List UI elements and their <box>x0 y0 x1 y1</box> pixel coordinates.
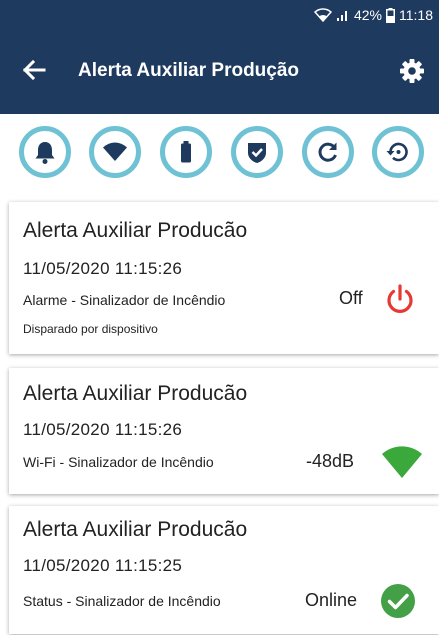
refresh-icon <box>318 142 337 162</box>
battery-icon <box>181 141 191 163</box>
shield-button[interactable] <box>231 126 283 178</box>
shield-check-icon <box>248 143 266 163</box>
refresh-button[interactable] <box>302 126 354 178</box>
wifi-icon <box>103 142 127 161</box>
battery-status-icon <box>386 7 395 23</box>
cell-signal-icon <box>336 8 350 22</box>
battery-percent: 42% <box>353 7 382 23</box>
quick-actions-row <box>0 120 439 190</box>
card-title: Alerta Auxiliar Producão <box>23 518 248 541</box>
bell-icon <box>35 142 55 164</box>
wifi-button[interactable] <box>89 126 141 178</box>
back-arrow-icon[interactable] <box>18 54 50 86</box>
card-value: Online <box>305 590 358 610</box>
card-value: Off <box>339 288 363 308</box>
card-datetime: 11/05/2020 11:15:26 <box>23 259 183 278</box>
card-datetime: 11/05/2020 11:15:26 <box>23 420 183 439</box>
clock: 11:18 <box>399 7 433 23</box>
wifi-status-icon <box>313 8 332 22</box>
gear-icon[interactable] <box>398 57 426 85</box>
check-circle-icon <box>380 583 416 624</box>
alert-card[interactable]: Alerta Auxiliar Producão 11/05/2020 11:1… <box>9 368 439 494</box>
alert-card[interactable]: Alerta Auxiliar Producão 11/05/2020 11:1… <box>9 506 439 634</box>
card-datetime: 11/05/2020 11:15:25 <box>23 556 183 575</box>
status-bar: 42% 11:18 <box>0 0 439 30</box>
card-description: Alarme - Sinalizador de Incêndio <box>23 292 226 308</box>
card-description: Wi-Fi - Sinalizador de Incêndio <box>23 454 214 470</box>
bell-button[interactable] <box>19 126 71 178</box>
history-icon <box>386 142 408 162</box>
card-title: Alerta Auxiliar Producão <box>23 382 248 405</box>
wifi-signal-icon <box>380 442 424 487</box>
app-bar: Alerta Auxiliar Produção <box>0 30 439 114</box>
card-description: Status - Sinalizador de Incêndio <box>23 593 221 609</box>
card-subtext: Disparado por dispositivo <box>23 322 158 336</box>
card-value: -48dB <box>306 451 355 471</box>
alert-card[interactable]: Alerta Auxiliar Producão 11/05/2020 11:1… <box>9 202 439 354</box>
battery-button[interactable] <box>160 126 212 178</box>
history-button[interactable] <box>372 126 424 178</box>
power-icon <box>383 282 417 321</box>
page-title: Alerta Auxiliar Produção <box>78 60 300 81</box>
card-title: Alerta Auxiliar Producão <box>23 219 248 242</box>
